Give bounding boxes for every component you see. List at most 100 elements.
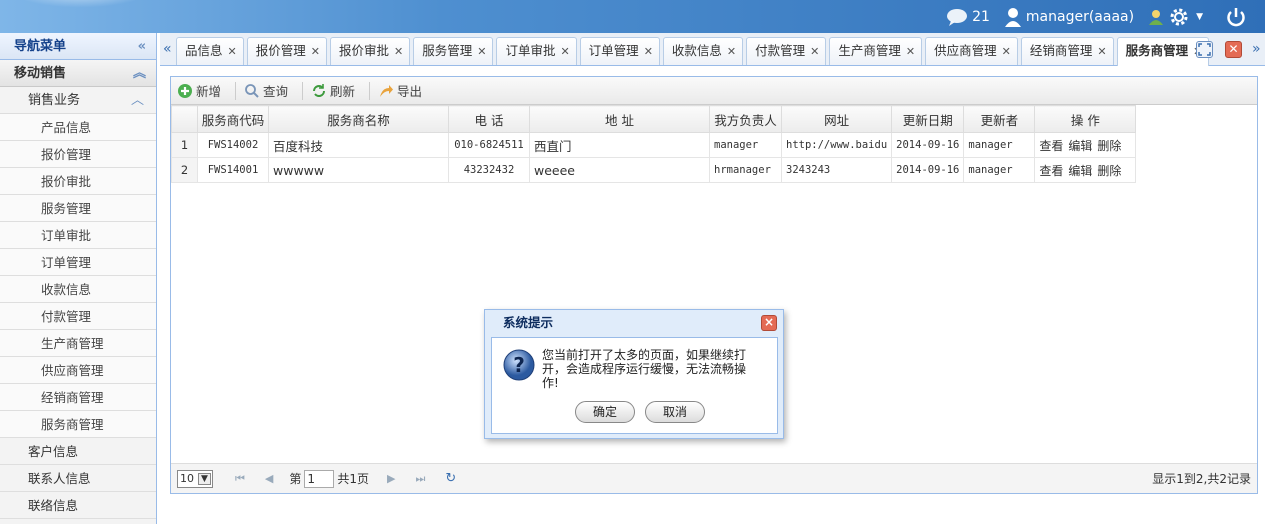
cancel-button[interactable]: 取消: [645, 401, 705, 423]
page-label: 第: [289, 472, 302, 486]
column-header[interactable]: 更新者: [963, 105, 1036, 133]
nav-leaf-item[interactable]: 收款信息: [0, 276, 156, 303]
nav-group-mobile-sales[interactable]: 移动销售 ︽: [0, 60, 156, 87]
close-all-tabs-icon[interactable]: ✕: [1225, 41, 1242, 58]
logout-button[interactable]: [1225, 6, 1251, 28]
delete-link[interactable]: 删除: [1097, 164, 1121, 178]
tab-label: 品信息: [185, 43, 223, 58]
collapse-left-icon[interactable]: «: [138, 33, 146, 60]
maximize-icon[interactable]: [1196, 41, 1213, 58]
tab[interactable]: 报价管理 ✕: [246, 37, 327, 65]
column-header[interactable]: 我方负责人: [709, 105, 782, 133]
user-icon: [1004, 7, 1021, 27]
nav-leaf-item[interactable]: 经销商管理: [0, 384, 156, 411]
ok-button[interactable]: 确定: [575, 401, 635, 423]
tab-label: 生产商管理: [838, 43, 901, 58]
tab-close-icon[interactable]: ✕: [1097, 45, 1106, 58]
tab-close-icon[interactable]: ✕: [727, 45, 736, 58]
dialog-body: ? 您当前打开了太多的页面，如果继续打开，会造成程序运行缓慢，无法流畅操作! 确…: [491, 337, 778, 434]
sidebar: 导航菜单 « 移动销售 ︽ 销售业务 ︿ 产品信息 报价管理 报价审批 服务管理 订单审…: [0, 33, 157, 524]
tab-close-icon[interactable]: ✕: [311, 45, 320, 58]
nav-menu-item[interactable]: 客户信息: [0, 438, 156, 465]
header-decoration: [0, 0, 280, 33]
column-header[interactable]: 电 话: [448, 105, 530, 133]
nav-leaf-item[interactable]: 生产商管理: [0, 330, 156, 357]
question-icon: ?: [503, 349, 535, 381]
toolbar-divider: [235, 81, 237, 100]
nav-leaf-item[interactable]: 付款管理: [0, 303, 156, 330]
row-number-header: [171, 105, 198, 133]
tab-close-icon[interactable]: ✕: [644, 45, 653, 58]
nav-leaf-item[interactable]: 报价审批: [0, 168, 156, 195]
messages-button[interactable]: 21: [946, 8, 990, 26]
reload-icon[interactable]: ↻: [445, 471, 456, 486]
tab-close-icon[interactable]: ✕: [810, 45, 819, 58]
last-page-icon[interactable]: ⏭: [416, 472, 426, 486]
tab-label: 订单管理: [588, 43, 639, 58]
tab[interactable]: 订单审批 ✕: [496, 37, 577, 65]
tab-close-icon[interactable]: ✕: [394, 45, 403, 58]
tab[interactable]: 付款管理 ✕: [746, 37, 827, 65]
tab[interactable]: 经销商管理 ✕: [1020, 37, 1114, 65]
tab[interactable]: 品信息 ✕: [176, 37, 244, 65]
query-button[interactable]: 查询: [244, 81, 288, 100]
nav-menu-title[interactable]: 导航菜单 «: [0, 33, 156, 60]
tab[interactable]: 服务管理 ✕: [413, 37, 494, 65]
cell-actions: 查看 编辑 删除: [1034, 132, 1137, 158]
tab-close-icon[interactable]: ✕: [477, 45, 486, 58]
column-header[interactable]: 更新日期: [891, 105, 965, 133]
add-button[interactable]: 新增: [177, 81, 221, 100]
tab-close-icon[interactable]: ✕: [1002, 45, 1011, 58]
next-page-icon[interactable]: ▶: [387, 472, 395, 485]
dialog-message: 您当前打开了太多的页面，如果继续打开，会造成程序运行缓慢，无法流畅操作!: [542, 348, 747, 390]
column-header[interactable]: 服务商名称: [268, 105, 449, 133]
plus-icon: [178, 83, 192, 98]
message-count: 21: [972, 8, 990, 25]
export-button[interactable]: 导出: [378, 81, 422, 100]
nav-leaf-item[interactable]: 供应商管理: [0, 357, 156, 384]
table-row[interactable]: 2 FWS14001 wwwww 43232432 weeee hrmanager 3243…: [171, 157, 1137, 183]
page-size-select[interactable]: 10 ▼: [177, 469, 213, 488]
nav-leaf-item[interactable]: 报价管理: [0, 141, 156, 168]
tab-close-icon[interactable]: ✕: [228, 45, 237, 58]
nav-menu-item[interactable]: 联络信息: [0, 492, 156, 519]
edit-link[interactable]: 编辑: [1068, 139, 1092, 153]
tab-close-icon[interactable]: ✕: [906, 45, 915, 58]
view-link[interactable]: 查看: [1039, 164, 1063, 178]
column-header[interactable]: 网址: [780, 105, 893, 133]
tab[interactable]: 订单管理 ✕: [579, 37, 660, 65]
refresh-button[interactable]: 刷新: [311, 81, 355, 100]
nav-sub-sales-business[interactable]: 销售业务 ︿: [0, 87, 156, 114]
page-number-input[interactable]: 1: [304, 469, 335, 488]
nav-leaf-item[interactable]: 订单审批: [0, 222, 156, 249]
tab[interactable]: 生产商管理 ✕: [829, 37, 923, 65]
nav-leaf-item[interactable]: 服务管理: [0, 195, 156, 222]
nav-leaf-item[interactable]: 服务商管理: [0, 411, 156, 438]
tab-label: 付款管理: [755, 43, 806, 58]
close-icon[interactable]: ×: [761, 315, 777, 331]
tab[interactable]: 收款信息 ✕: [662, 37, 744, 65]
nav-leaf-item[interactable]: 订单管理: [0, 249, 156, 276]
tab[interactable]: 供应商管理 ✕: [925, 37, 1018, 65]
tab-close-icon[interactable]: ✕: [560, 45, 569, 58]
view-link[interactable]: 查看: [1039, 139, 1063, 153]
tab-label: 报价管理: [255, 43, 306, 58]
settings-menu[interactable]: ▼: [1148, 6, 1203, 28]
tab-scroll-right-icon[interactable]: »: [1252, 41, 1261, 57]
user-menu[interactable]: manager(aaaa): [1004, 7, 1134, 27]
column-header[interactable]: 地 址: [529, 105, 710, 133]
user-name: manager(aaaa): [1025, 8, 1135, 25]
delete-link[interactable]: 删除: [1097, 139, 1121, 153]
cell-name: 百度科技: [268, 132, 449, 158]
column-header[interactable]: 服务商代码: [197, 105, 269, 133]
table-row[interactable]: 1 FWS14002 百度科技 010-6824511 西直门 manager http:/…: [171, 132, 1137, 158]
first-page-icon[interactable]: ⏮: [235, 472, 245, 486]
tab-scroll-left-icon[interactable]: «: [163, 41, 172, 57]
tab[interactable]: 报价审批 ✕: [329, 37, 411, 65]
column-header: 操 作: [1034, 105, 1137, 133]
prev-page-icon[interactable]: ◀: [265, 472, 273, 485]
nav-menu-item[interactable]: 联系人信息: [0, 465, 156, 492]
record-info: 显示1到2,共2记录: [1152, 472, 1251, 486]
edit-link[interactable]: 编辑: [1068, 164, 1092, 178]
nav-leaf-item[interactable]: 产品信息: [0, 114, 156, 141]
